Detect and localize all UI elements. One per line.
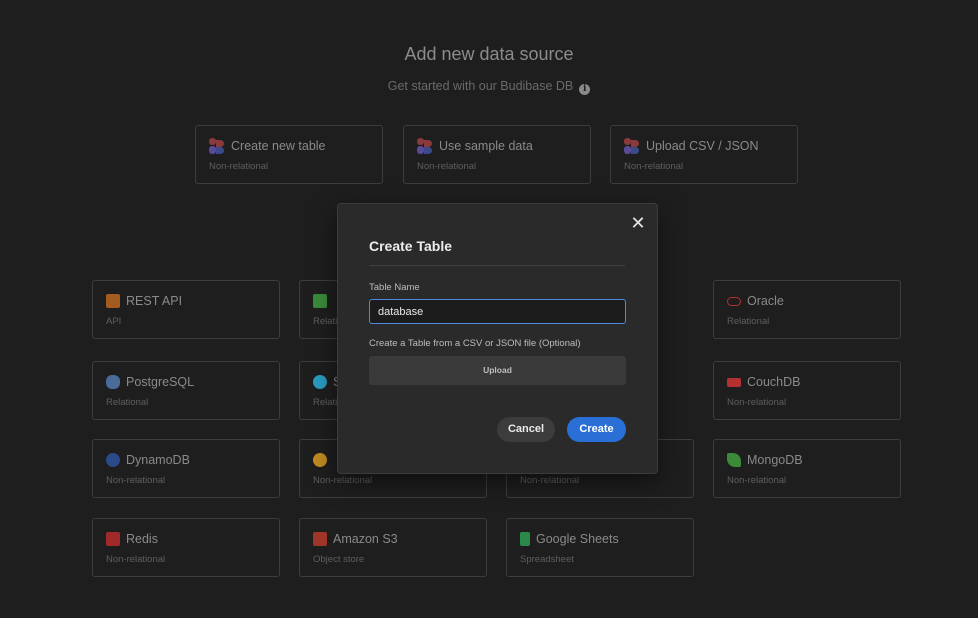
- amazon-s3-icon: [313, 532, 327, 546]
- card-title: CouchDB: [747, 375, 801, 389]
- source-card-oracle[interactable]: Oracle Relational: [713, 280, 901, 339]
- card-subtitle: Non-relational: [727, 397, 787, 408]
- card-subtitle: Non-relational: [520, 475, 580, 486]
- card-title: PostgreSQL: [126, 375, 195, 389]
- card-title: REST API: [126, 294, 183, 308]
- budibase-icon: [209, 138, 225, 154]
- upload-button[interactable]: Upload: [369, 356, 626, 385]
- card-subtitle: Non-relational: [727, 475, 787, 486]
- card-subtitle: Non-relational: [209, 161, 269, 172]
- upload-csv-json-card[interactable]: Upload CSV / JSON Non-relational: [610, 125, 798, 184]
- card-subtitle: Non-relational: [417, 161, 477, 172]
- budibase-icon: [417, 138, 433, 154]
- use-sample-data-card[interactable]: Use sample data Non-relational: [403, 125, 591, 184]
- card-subtitle: Relational: [727, 316, 770, 327]
- card-title: Redis: [126, 532, 158, 546]
- page-subtitle: Get started with our Budibase DB i: [0, 79, 978, 95]
- card-title: Create new table: [231, 139, 326, 153]
- card-subtitle: Non-relational: [624, 161, 684, 172]
- source-card-dynamodb[interactable]: DynamoDB Non-relational: [92, 439, 280, 498]
- card-title: DynamoDB: [126, 453, 190, 467]
- mongodb-icon: [727, 453, 741, 467]
- source-card-mongodb[interactable]: MongoDB Non-relational: [713, 439, 901, 498]
- sqlserver-icon: [313, 294, 327, 308]
- source-card-rest-api[interactable]: REST API API: [92, 280, 280, 339]
- card-title: Google Sheets: [536, 532, 619, 546]
- card-subtitle: Object store: [313, 554, 365, 565]
- close-icon[interactable]: ✕: [630, 214, 646, 232]
- postgresql-icon: [106, 375, 120, 389]
- create-table-modal: Create Table ✕ Table Name Create a Table…: [337, 203, 658, 474]
- card-subtitle: Non-relational: [106, 554, 166, 565]
- couchdb-icon: [727, 377, 741, 387]
- snowflake-icon: [313, 375, 327, 389]
- subtitle-text: Get started with our Budibase DB: [387, 79, 574, 93]
- create-button[interactable]: Create: [567, 417, 626, 442]
- card-subtitle: Relational: [106, 397, 149, 408]
- source-card-postgresql[interactable]: PostgreSQL Relational: [92, 361, 280, 420]
- card-subtitle: Non-relational: [106, 475, 166, 486]
- card-title: MongoDB: [747, 453, 803, 467]
- card-subtitle: Non-relational: [313, 475, 373, 486]
- google-sheets-icon: [520, 532, 530, 546]
- table-name-input[interactable]: [369, 299, 626, 324]
- source-card-redis[interactable]: Redis Non-relational: [92, 518, 280, 577]
- card-title: Use sample data: [439, 139, 533, 153]
- upload-label: Create a Table from a CSV or JSON file (…: [369, 338, 581, 349]
- source-card-amazon-s3[interactable]: Amazon S3 Object store: [299, 518, 487, 577]
- redis-icon: [106, 532, 120, 546]
- card-subtitle: API: [106, 316, 122, 327]
- dynamodb-icon: [106, 453, 120, 467]
- cancel-button[interactable]: Cancel: [497, 417, 555, 442]
- card-title: Amazon S3: [333, 532, 398, 546]
- card-title: Oracle: [747, 294, 784, 308]
- budibase-icon: [624, 138, 640, 154]
- card-subtitle: Spreadsheet: [520, 554, 574, 565]
- create-new-table-card[interactable]: Create new table Non-relational: [195, 125, 383, 184]
- modal-title: Create Table: [369, 238, 452, 254]
- modal-divider: [369, 265, 625, 266]
- source-card-google-sheets[interactable]: Google Sheets Spreadsheet: [506, 518, 694, 577]
- rest-api-icon: [106, 294, 120, 308]
- page-title: Add new data source: [404, 44, 574, 64]
- source-card-couchdb[interactable]: CouchDB Non-relational: [713, 361, 901, 420]
- table-name-label: Table Name: [369, 282, 420, 293]
- oracle-icon: [727, 296, 741, 306]
- info-icon[interactable]: i: [579, 84, 591, 95]
- firebase-icon: [313, 453, 327, 467]
- card-title: Upload CSV / JSON: [646, 139, 759, 153]
